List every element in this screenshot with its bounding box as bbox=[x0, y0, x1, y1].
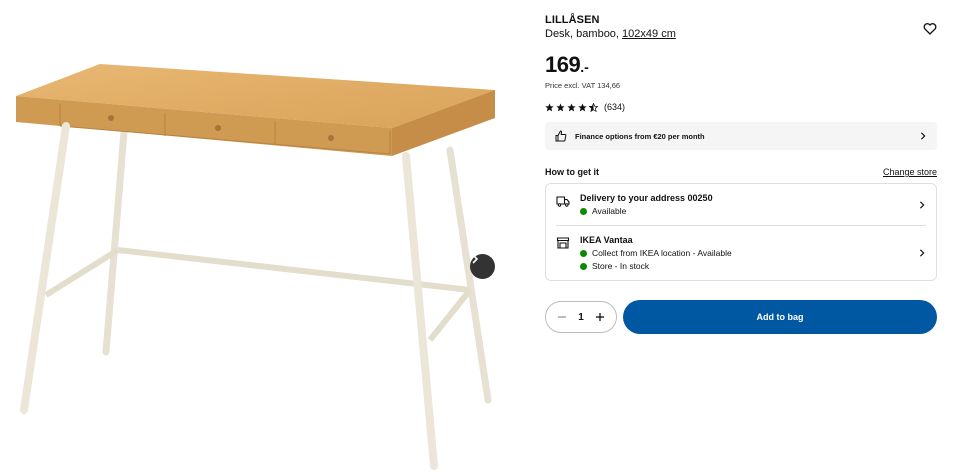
chevron-right-icon bbox=[919, 249, 925, 257]
delivery-heading: Delivery to your address 00250 bbox=[580, 193, 713, 203]
quantity-value[interactable]: 1 bbox=[578, 312, 584, 323]
product-description: Desk, bamboo, 102x49 cm bbox=[545, 28, 937, 40]
finance-label: Finance options from €20 per month bbox=[575, 131, 705, 141]
how-to-get-it-header: How to get it Change store bbox=[545, 167, 937, 177]
increase-quantity-button[interactable] bbox=[592, 309, 608, 325]
product-image-gallery bbox=[0, 0, 510, 472]
finance-options-button[interactable]: Finance options from €20 per month bbox=[545, 122, 937, 150]
delivery-option[interactable]: Delivery to your address 00250 Available bbox=[556, 184, 926, 225]
next-image-button[interactable] bbox=[470, 254, 495, 279]
vat-note: Price excl. VAT 134,66 bbox=[545, 81, 621, 90]
heart-icon[interactable] bbox=[923, 22, 937, 36]
stock-status-label: Store - In stock bbox=[592, 261, 650, 271]
rating[interactable]: (634) bbox=[545, 102, 937, 112]
stock-status: Store - In stock bbox=[580, 261, 918, 271]
price-integer: 169 bbox=[545, 52, 581, 77]
star-half-icon bbox=[589, 102, 598, 112]
product-measurement-link[interactable]: 102x49 cm bbox=[622, 28, 676, 40]
rating-stars bbox=[545, 102, 598, 112]
delivery-status-label: Available bbox=[592, 206, 627, 216]
chevron-right-icon bbox=[472, 254, 479, 264]
desk-product-image bbox=[16, 64, 495, 470]
delivery-status: Available bbox=[580, 206, 918, 216]
truck-icon bbox=[556, 196, 570, 207]
product-price: 169 .- bbox=[545, 52, 937, 78]
fulfillment-options: Delivery to your address 00250 Available… bbox=[545, 183, 937, 281]
plus-icon bbox=[596, 313, 604, 321]
store-icon bbox=[556, 237, 570, 249]
star-full-icon bbox=[578, 102, 587, 111]
store-heading: IKEA Vantaa bbox=[580, 235, 633, 245]
thumbs-up-icon bbox=[555, 130, 567, 142]
product-info: LILLÅSEN Desk, bamboo, 102x49 cm 169 .- … bbox=[545, 14, 937, 334]
star-full-icon bbox=[567, 102, 576, 111]
collect-status: Collect from IKEA location - Available bbox=[580, 248, 918, 258]
chevron-right-icon bbox=[919, 200, 925, 209]
minus-icon bbox=[558, 316, 566, 318]
in-stock-dot bbox=[580, 262, 587, 270]
store-option[interactable]: IKEA Vantaa Collect from IKEA location -… bbox=[556, 225, 926, 280]
price-decimal: .- bbox=[580, 59, 589, 75]
how-to-get-it-title: How to get it bbox=[545, 167, 599, 177]
rating-count: (634) bbox=[604, 102, 626, 112]
star-full-icon bbox=[545, 102, 554, 111]
available-dot bbox=[580, 249, 587, 257]
change-store-link[interactable]: Change store bbox=[883, 167, 937, 177]
collect-status-label: Collect from IKEA location - Available bbox=[592, 248, 732, 258]
add-to-bag-button[interactable]: Add to bag bbox=[623, 300, 937, 334]
quantity-stepper: 1 bbox=[545, 301, 617, 333]
product-type: Desk, bamboo, bbox=[545, 28, 619, 40]
product-name: LILLÅSEN bbox=[545, 14, 600, 26]
available-dot bbox=[580, 207, 587, 215]
chevron-right-icon bbox=[920, 132, 926, 140]
star-full-icon bbox=[556, 102, 565, 111]
purchase-actions: 1 Add to bag bbox=[545, 300, 937, 334]
decrease-quantity-button[interactable] bbox=[554, 309, 570, 325]
